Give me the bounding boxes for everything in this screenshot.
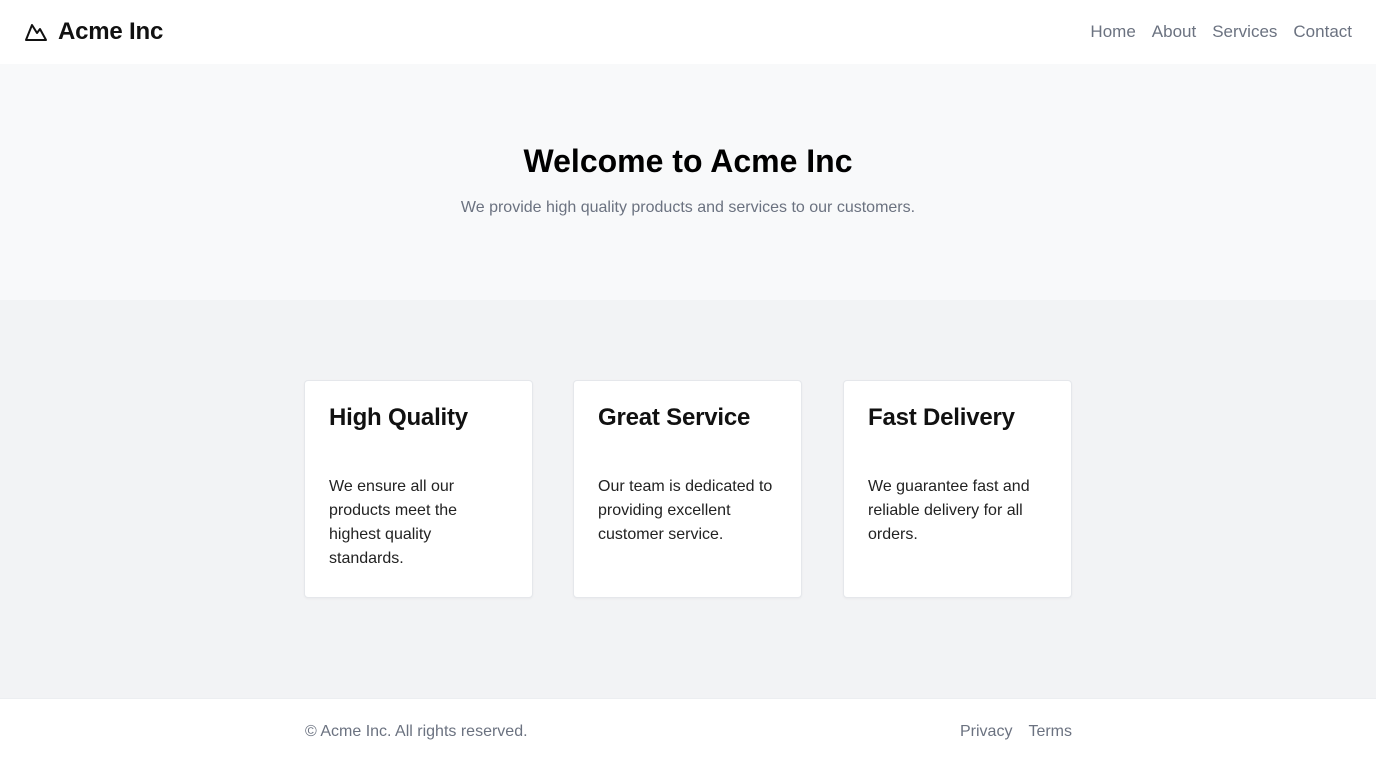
mountain-icon <box>24 20 48 44</box>
nav-home-link[interactable]: Home <box>1090 22 1135 42</box>
feature-card-text: We guarantee fast and reliable delivery … <box>868 478 1030 543</box>
site-header: Acme Inc Home About Services Contact <box>0 0 1376 64</box>
copyright-text: © Acme Inc. All rights reserved. <box>305 723 528 740</box>
nav-services-link[interactable]: Services <box>1212 22 1277 42</box>
hero-section: Welcome to Acme Inc We provide high qual… <box>0 64 1376 300</box>
nav-about-link[interactable]: About <box>1152 22 1196 42</box>
footer-links: Privacy Terms <box>960 723 1072 741</box>
nav-contact-link[interactable]: Contact <box>1293 22 1352 42</box>
feature-card-title: Fast Delivery <box>868 404 1015 431</box>
site-footer: © Acme Inc. All rights reserved. Privacy… <box>0 698 1376 768</box>
feature-card-text: Our team is dedicated to providing excel… <box>598 478 773 543</box>
feature-card-text: We ensure all our products meet the high… <box>329 478 458 567</box>
main-nav: Home About Services Contact <box>1090 22 1352 42</box>
features-section: High Quality We ensure all our products … <box>0 300 1376 698</box>
privacy-link[interactable]: Privacy <box>960 723 1012 741</box>
feature-card-title: Great Service <box>598 404 751 431</box>
feature-card-title: High Quality <box>329 404 468 431</box>
terms-link[interactable]: Terms <box>1028 723 1072 741</box>
feature-card-high-quality: High Quality We ensure all our products … <box>304 380 533 598</box>
hero-title: Welcome to Acme Inc <box>523 143 853 179</box>
brand[interactable]: Acme Inc <box>24 18 163 46</box>
hero-subtitle: We provide high quality products and ser… <box>460 199 916 216</box>
feature-card-fast-delivery: Fast Delivery We guarantee fast and reli… <box>843 380 1072 598</box>
brand-name: Acme Inc <box>58 18 164 45</box>
feature-card-great-service: Great Service Our team is dedicated to p… <box>573 380 802 598</box>
